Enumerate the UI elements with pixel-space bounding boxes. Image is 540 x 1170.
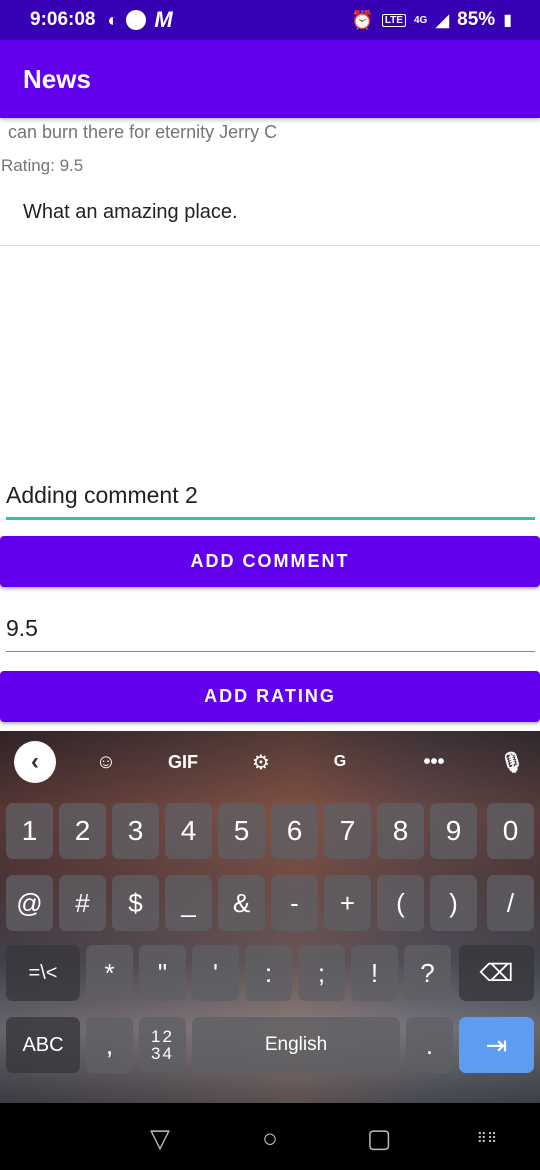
comment-input[interactable]: Adding comment 2 [6, 480, 535, 520]
numbers-label: 12 34 [151, 1028, 174, 1062]
key-4[interactable]: 4 [165, 803, 212, 859]
recents-nav-icon[interactable]: ▢ [362, 1123, 396, 1153]
key-0[interactable]: 0 [487, 803, 534, 859]
key-dollar[interactable]: $ [112, 875, 159, 931]
status-bar: 9:06:08 ◐ M ⏰ LTE 4G ◢ 85% ▮ [0, 0, 540, 40]
key-7[interactable]: 7 [324, 803, 371, 859]
back-icon[interactable]: ‹ [14, 741, 56, 783]
enter-tab-icon[interactable]: ⇥ [459, 1017, 534, 1073]
add-rating-button[interactable]: ADD RATING [0, 671, 540, 722]
divider [0, 245, 540, 246]
spacebar[interactable]: English [192, 1017, 400, 1073]
app-title: News [23, 63, 91, 94]
signal-icon: ◢ [435, 9, 450, 30]
key-5[interactable]: 5 [218, 803, 265, 859]
gif-icon[interactable]: GIF [160, 743, 206, 781]
add-comment-button[interactable]: ADD COMMENT [0, 536, 540, 587]
app-bar: News [0, 40, 540, 118]
key-colon[interactable]: : [245, 945, 292, 1001]
home-nav-icon[interactable]: ○ [253, 1123, 287, 1153]
key-hash[interactable]: # [59, 875, 106, 931]
key-ampersand[interactable]: & [218, 875, 265, 931]
key-open-paren[interactable]: ( [377, 875, 424, 931]
translate-icon[interactable]: G [322, 743, 358, 781]
more-icon[interactable]: ••• [414, 743, 454, 781]
key-close-paren[interactable]: ) [430, 875, 477, 931]
key-underscore[interactable]: _ [165, 875, 212, 931]
settings-icon[interactable]: ⚙ [243, 743, 279, 781]
status-time: 9:06:08 [30, 9, 96, 30]
soft-keyboard: ‹ ☺ GIF ⚙ G ••• 🎙 1 2 3 4 5 6 7 8 9 0 @ … [0, 731, 540, 1103]
key-abc[interactable]: ABC [6, 1017, 80, 1073]
key-more-symbols[interactable]: =\< [6, 945, 80, 1001]
back-nav-icon[interactable]: ▽ [143, 1123, 177, 1153]
comment-item: What an amazing place. [23, 201, 238, 223]
key-asterisk[interactable]: * [86, 945, 133, 1001]
key-double-quote[interactable]: " [139, 945, 186, 1001]
keyboard-switch-icon[interactable]: ⠿⠿ [470, 1123, 504, 1153]
key-1[interactable]: 1 [6, 803, 53, 859]
volte-icon: LTE [381, 13, 406, 27]
numbers-bottom: 34 [151, 1044, 174, 1063]
keyboard-toolbar: ‹ ☺ GIF ⚙ G ••• 🎙 [0, 731, 540, 793]
numbers-top: 12 [151, 1027, 174, 1046]
key-2[interactable]: 2 [59, 803, 106, 859]
key-3[interactable]: 3 [112, 803, 159, 859]
alarm-icon: ⏰ [351, 9, 374, 30]
key-numbers[interactable]: 12 34 [139, 1017, 186, 1073]
key-single-quote[interactable]: ' [192, 945, 239, 1001]
p-icon: ◐ [107, 9, 119, 30]
rating-label: Rating: 9.5 [1, 156, 84, 175]
key-semicolon[interactable]: ; [298, 945, 345, 1001]
comment-partial-text: can burn there for eternity Jerry C [8, 122, 278, 142]
key-8[interactable]: 8 [377, 803, 424, 859]
key-plus[interactable]: + [324, 875, 371, 931]
key-exclamation[interactable]: ! [351, 945, 398, 1001]
battery-icon: ▮ [503, 12, 512, 29]
network-label: 4G [413, 14, 428, 26]
key-period[interactable]: . [406, 1017, 453, 1073]
navigation-bar: ▽ ○ ▢ ⠿⠿ [0, 1103, 540, 1170]
m-icon: M [154, 7, 173, 32]
key-6[interactable]: 6 [271, 803, 318, 859]
key-at[interactable]: @ [6, 875, 53, 931]
key-9[interactable]: 9 [430, 803, 477, 859]
key-slash[interactable]: / [487, 875, 534, 931]
key-minus[interactable]: - [271, 875, 318, 931]
backspace-icon[interactable]: ⌫ [459, 945, 534, 1001]
rating-input[interactable]: 9.5 [6, 615, 535, 652]
mic-icon[interactable]: 🎙 [494, 743, 530, 781]
circle-icon [126, 10, 147, 30]
key-comma[interactable]: , [86, 1017, 133, 1073]
sticker-icon[interactable]: ☺ [88, 743, 124, 781]
key-question[interactable]: ? [404, 945, 451, 1001]
battery-percent: 85% [457, 9, 496, 30]
